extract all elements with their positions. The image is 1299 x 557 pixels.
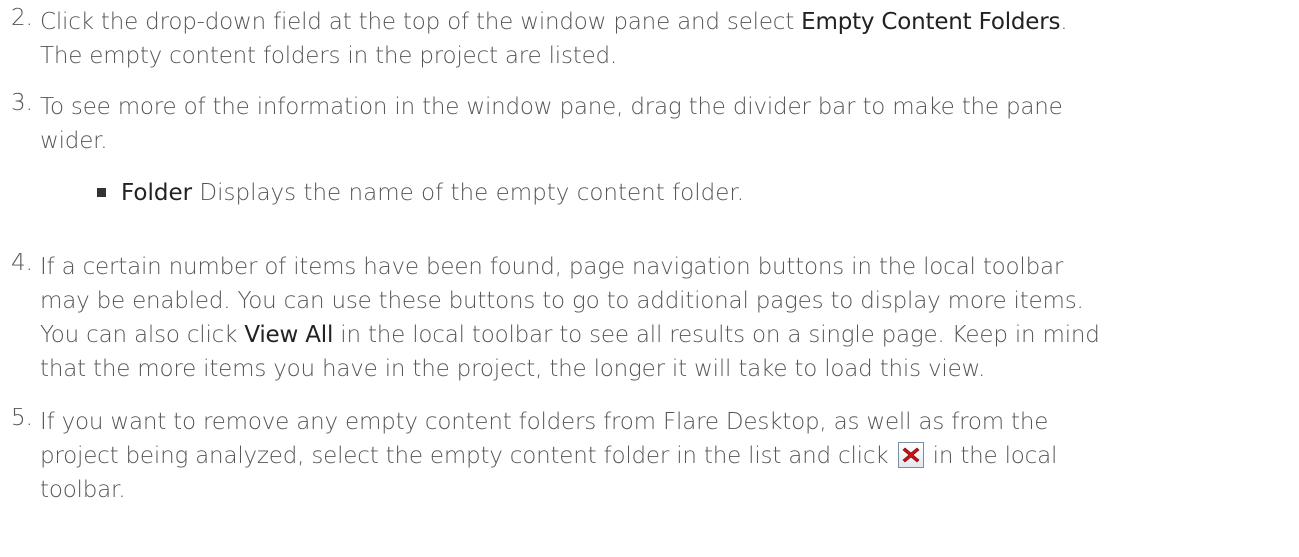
step-text: project being analyzed, select the empty… [40,443,896,469]
step-text: If you want to remove any empty content … [40,409,1049,435]
step-text: If a certain number of items have been f… [40,254,1064,280]
bullet-description: Displays the name of the empty content f… [192,180,745,206]
step-number: 2. [11,5,33,31]
step-text: toolbar. [40,477,126,503]
step-text: Click the drop-down field at the top of … [40,9,802,35]
ui-term-view-all: View All [244,322,334,348]
step-text: that the more items you have in the proj… [40,356,986,382]
step-body: Click the drop-down field at the top of … [40,5,1291,73]
step-text: The empty content folders in the project… [40,43,618,69]
step-body: To see more of the information in the wi… [40,90,1291,158]
step-body: If you want to remove any empty content … [40,405,1291,507]
document-page: 2. Click the drop-down field at the top … [0,0,1299,557]
square-bullet-icon [97,188,106,197]
bullet-text: Folder Displays the name of the empty co… [121,176,744,210]
step-text: wider. [40,128,108,154]
step-text: To see more of the information in the wi… [40,94,1063,120]
step-text: may be enabled. You can use these button… [40,288,1084,314]
step-number: 5. [11,405,33,431]
step-text: in the local toolbar to see all results … [333,322,1100,348]
step-number: 4. [11,250,33,276]
step-number: 3. [11,90,33,116]
step-body: If a certain number of items have been f… [40,250,1291,386]
ui-term-empty-content-folders: Empty Content Folders [801,9,1061,35]
step-text: in the local [925,443,1058,469]
ui-term-folder: Folder [121,180,193,206]
step-text: . [1060,9,1068,35]
step-text: You can also click [40,322,245,348]
delete-x-icon [897,442,924,468]
